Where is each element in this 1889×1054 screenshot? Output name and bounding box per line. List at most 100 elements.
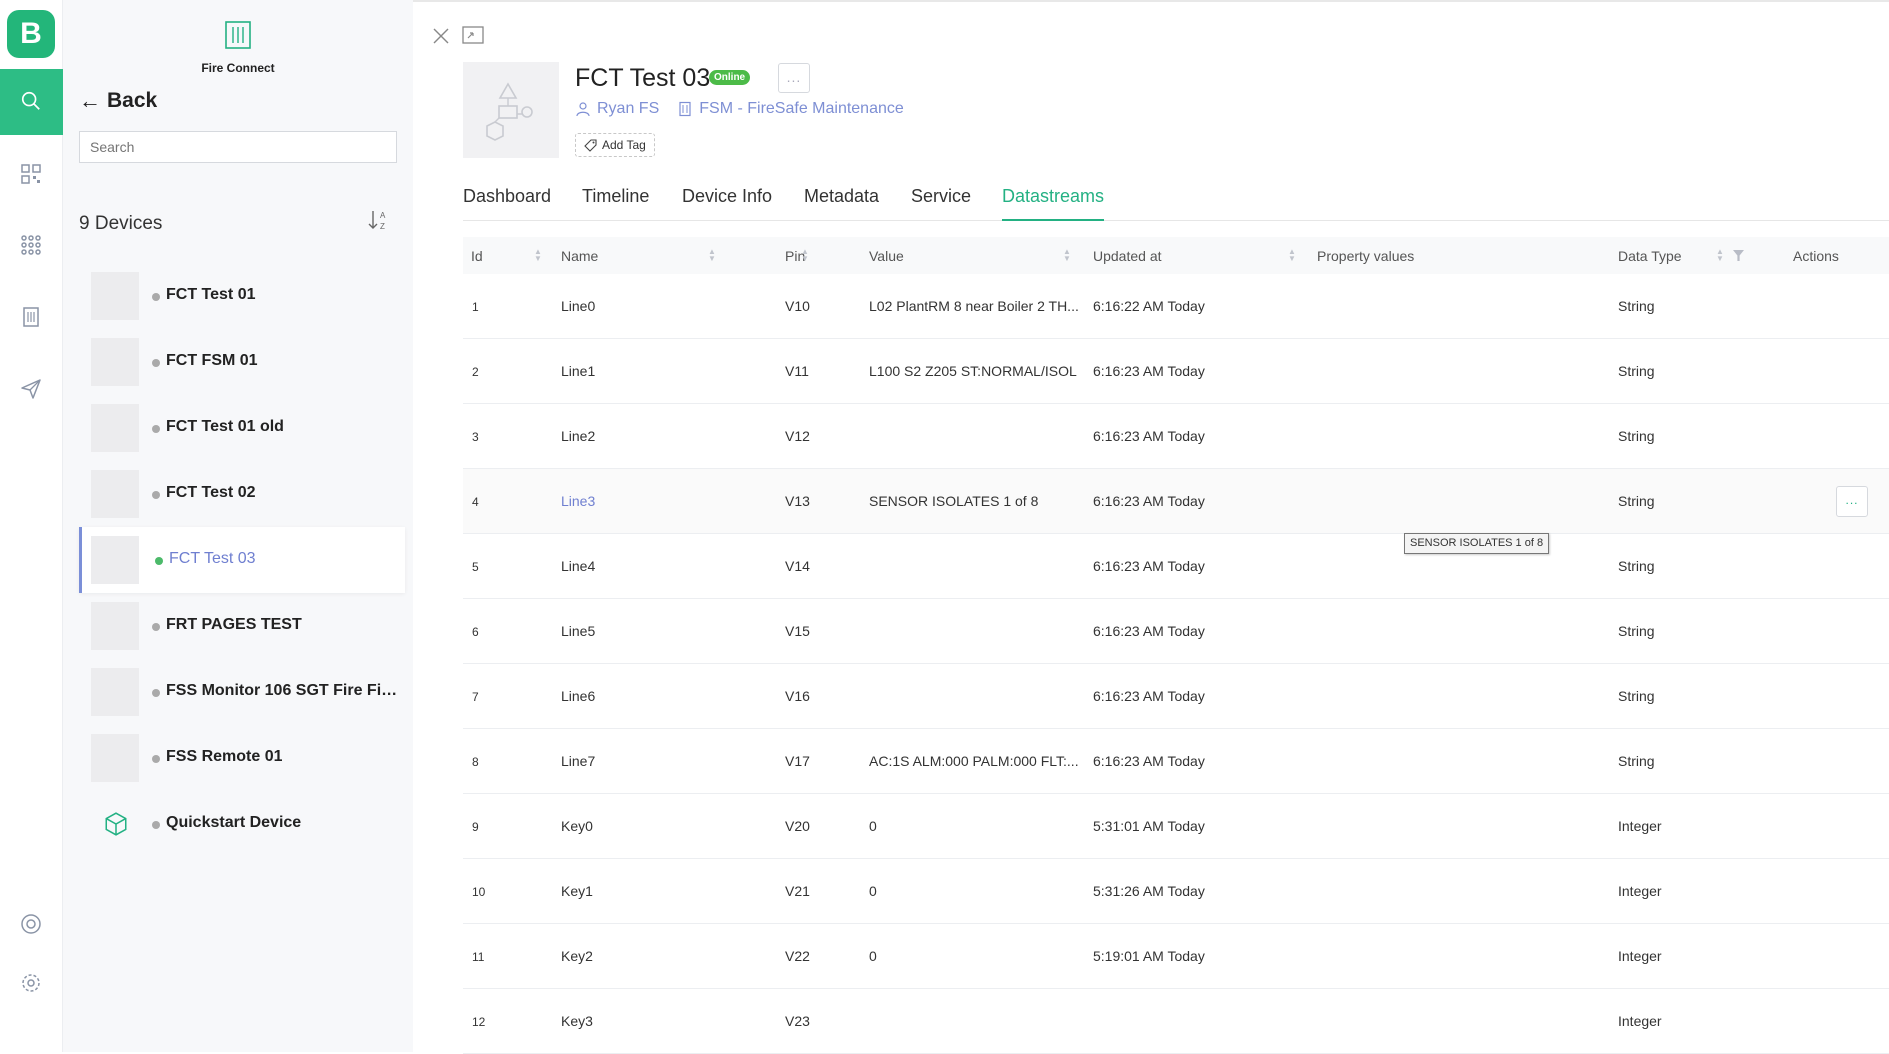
sort-icon[interactable]: ▲ ▼ bbox=[534, 248, 544, 264]
column-value[interactable]: Value bbox=[869, 248, 904, 264]
nav-organizations[interactable] bbox=[19, 305, 43, 329]
cell-updated: 6:16:23 AM Today bbox=[1093, 753, 1205, 769]
settings-icon bbox=[22, 974, 40, 992]
device-item-selected[interactable]: FCT Test 03 bbox=[79, 527, 405, 593]
nav-support[interactable] bbox=[19, 912, 43, 936]
device-name: FSS Monitor 106 SGT Fire Find... bbox=[166, 682, 401, 699]
column-id[interactable]: Id bbox=[471, 248, 483, 264]
table-row-hovered[interactable]: 4 Line3 V13 SENSOR ISOLATES 1 of 8 6:16:… bbox=[463, 469, 1889, 534]
cell-data-type: String bbox=[1618, 363, 1655, 379]
column-actions: Actions bbox=[1793, 248, 1839, 264]
cell-pin: V10 bbox=[785, 298, 810, 314]
table-row[interactable]: 10 Key1 V21 0 5:31:26 AM Today Integer bbox=[463, 859, 1889, 924]
status-dot bbox=[152, 293, 160, 301]
device-item[interactable]: FRT PAGES TEST bbox=[79, 593, 405, 659]
cell-pin: V12 bbox=[785, 428, 810, 444]
device-item[interactable]: FCT Test 01 bbox=[79, 263, 405, 329]
cell-name: Line0 bbox=[561, 298, 596, 314]
device-item[interactable]: FCT Test 01 old bbox=[79, 395, 405, 461]
building-icon bbox=[23, 307, 39, 327]
tab-device-info[interactable]: Device Info bbox=[682, 186, 772, 221]
column-property-values: Property values bbox=[1317, 248, 1415, 264]
table-row[interactable]: 3 Line2 V12 6:16:23 AM Today String bbox=[463, 404, 1889, 469]
sort-icon[interactable]: ▲ ▼ bbox=[1063, 248, 1073, 264]
tab-timeline[interactable]: Timeline bbox=[582, 186, 649, 221]
nav-messages[interactable] bbox=[19, 377, 43, 401]
cell-name: Key2 bbox=[561, 948, 593, 964]
device-more-button[interactable]: ... bbox=[778, 63, 810, 93]
back-button[interactable]: ← Back bbox=[79, 88, 157, 114]
cell-value: 0 bbox=[869, 818, 877, 834]
column-data-type[interactable]: Data Type bbox=[1618, 248, 1682, 264]
tab-metadata[interactable]: Metadata bbox=[804, 186, 879, 221]
cell-name: Line6 bbox=[561, 688, 596, 704]
cell-updated: 6:16:23 AM Today bbox=[1093, 428, 1205, 444]
device-name: FRT PAGES TEST bbox=[166, 616, 302, 633]
device-item[interactable]: FSS Monitor 106 SGT Fire Find... bbox=[79, 659, 405, 725]
table-row[interactable]: 12 Key3 V23 Integer bbox=[463, 989, 1889, 1054]
device-thumbnail bbox=[91, 734, 139, 782]
device-name: FCT FSM 01 bbox=[166, 352, 258, 369]
device-list-panel: Fire Connect ← Back 9 Devices A Z FCT Te… bbox=[63, 0, 413, 1052]
column-name[interactable]: Name bbox=[561, 248, 598, 264]
column-updated-at[interactable]: Updated at bbox=[1093, 248, 1162, 264]
tab-service[interactable]: Service bbox=[911, 186, 971, 221]
device-tabs: Dashboard Timeline Device Info Metadata … bbox=[463, 186, 1889, 221]
table-row[interactable]: 6 Line5 V15 6:16:23 AM Today String bbox=[463, 599, 1889, 664]
brand-name: Fire Connect bbox=[201, 61, 275, 75]
cell-name-link[interactable]: Line3 bbox=[561, 493, 595, 509]
device-name: Quickstart Device bbox=[166, 814, 302, 831]
owner-link[interactable]: Ryan FS bbox=[575, 100, 659, 118]
nav-search[interactable] bbox=[0, 69, 63, 135]
organization-link[interactable]: FSM - FireSafe Maintenance bbox=[677, 100, 904, 118]
table-row[interactable]: 7 Line6 V16 6:16:23 AM Today String bbox=[463, 664, 1889, 729]
sort-icon[interactable]: ▲ ▼ bbox=[1716, 248, 1726, 264]
cell-name: Line7 bbox=[561, 753, 596, 769]
device-item[interactable]: FCT FSM 01 bbox=[79, 329, 405, 395]
sort-icon[interactable]: ▲ ▼ bbox=[1288, 248, 1298, 264]
table-row[interactable]: 11 Key2 V22 0 5:19:01 AM Today Integer bbox=[463, 924, 1889, 989]
table-row[interactable]: 8 Line7 V17 AC:1S ALM:000 PALM:000 FLT:.… bbox=[463, 729, 1889, 794]
send-icon bbox=[21, 379, 41, 399]
sort-az-icon[interactable]: A Z bbox=[366, 208, 390, 232]
device-name: FCT Test 03 bbox=[169, 550, 256, 567]
sort-icon[interactable]: ▲ ▼ bbox=[801, 248, 811, 264]
cell-pin: V11 bbox=[785, 363, 809, 379]
close-icon[interactable] bbox=[431, 26, 451, 46]
status-dot bbox=[152, 491, 160, 499]
tab-datastreams[interactable]: Datastreams bbox=[1002, 186, 1105, 221]
cell-pin: V23 bbox=[785, 1013, 810, 1029]
table-row[interactable]: 5 Line4 V14 6:16:23 AM Today String bbox=[463, 534, 1889, 599]
table-row[interactable]: 1 Line0 V10 L02 PlantRM 8 near Boiler 2 … bbox=[463, 274, 1889, 339]
table-row[interactable]: 9 Key0 V20 0 5:31:01 AM Today Integer bbox=[463, 794, 1889, 859]
app-logo[interactable]: B bbox=[7, 10, 55, 58]
nav-qr-code[interactable] bbox=[19, 162, 43, 186]
filter-icon[interactable] bbox=[1733, 250, 1744, 261]
cell-id: 5 bbox=[472, 560, 479, 574]
building-icon bbox=[679, 101, 691, 117]
status-badge: Online bbox=[709, 70, 751, 85]
qr-code-icon bbox=[21, 164, 41, 184]
add-tag-button[interactable]: Add Tag bbox=[575, 133, 655, 157]
device-detail: FCT Test 03 Online ... Ryan FS FSM - Fir… bbox=[413, 0, 1889, 1054]
nav-settings[interactable] bbox=[19, 971, 43, 995]
cell-name: Key0 bbox=[561, 818, 593, 834]
expand-icon[interactable] bbox=[462, 26, 484, 44]
cell-id: 2 bbox=[472, 365, 479, 379]
cell-updated: 6:16:22 AM Today bbox=[1093, 298, 1205, 314]
sort-icon[interactable]: ▲ ▼ bbox=[708, 248, 718, 264]
table-row[interactable]: 2 Line1 V11 L100 S2 Z205 ST:NORMAL/ISOL … bbox=[463, 339, 1889, 404]
row-actions-button[interactable]: ... bbox=[1836, 486, 1868, 517]
device-item[interactable]: FSS Remote 01 bbox=[79, 725, 405, 791]
svg-text:Z: Z bbox=[380, 222, 385, 231]
cell-pin: V14 bbox=[785, 558, 810, 574]
search-input[interactable] bbox=[79, 131, 397, 163]
cell-value: 0 bbox=[869, 948, 877, 964]
tab-dashboard[interactable]: Dashboard bbox=[463, 186, 551, 221]
device-item[interactable]: Quickstart Device bbox=[79, 791, 405, 857]
status-dot bbox=[152, 359, 160, 367]
cell-data-type: String bbox=[1618, 428, 1655, 444]
device-item[interactable]: FCT Test 02 bbox=[79, 461, 405, 527]
cell-data-type: String bbox=[1618, 298, 1655, 314]
nav-apps[interactable] bbox=[19, 233, 43, 257]
